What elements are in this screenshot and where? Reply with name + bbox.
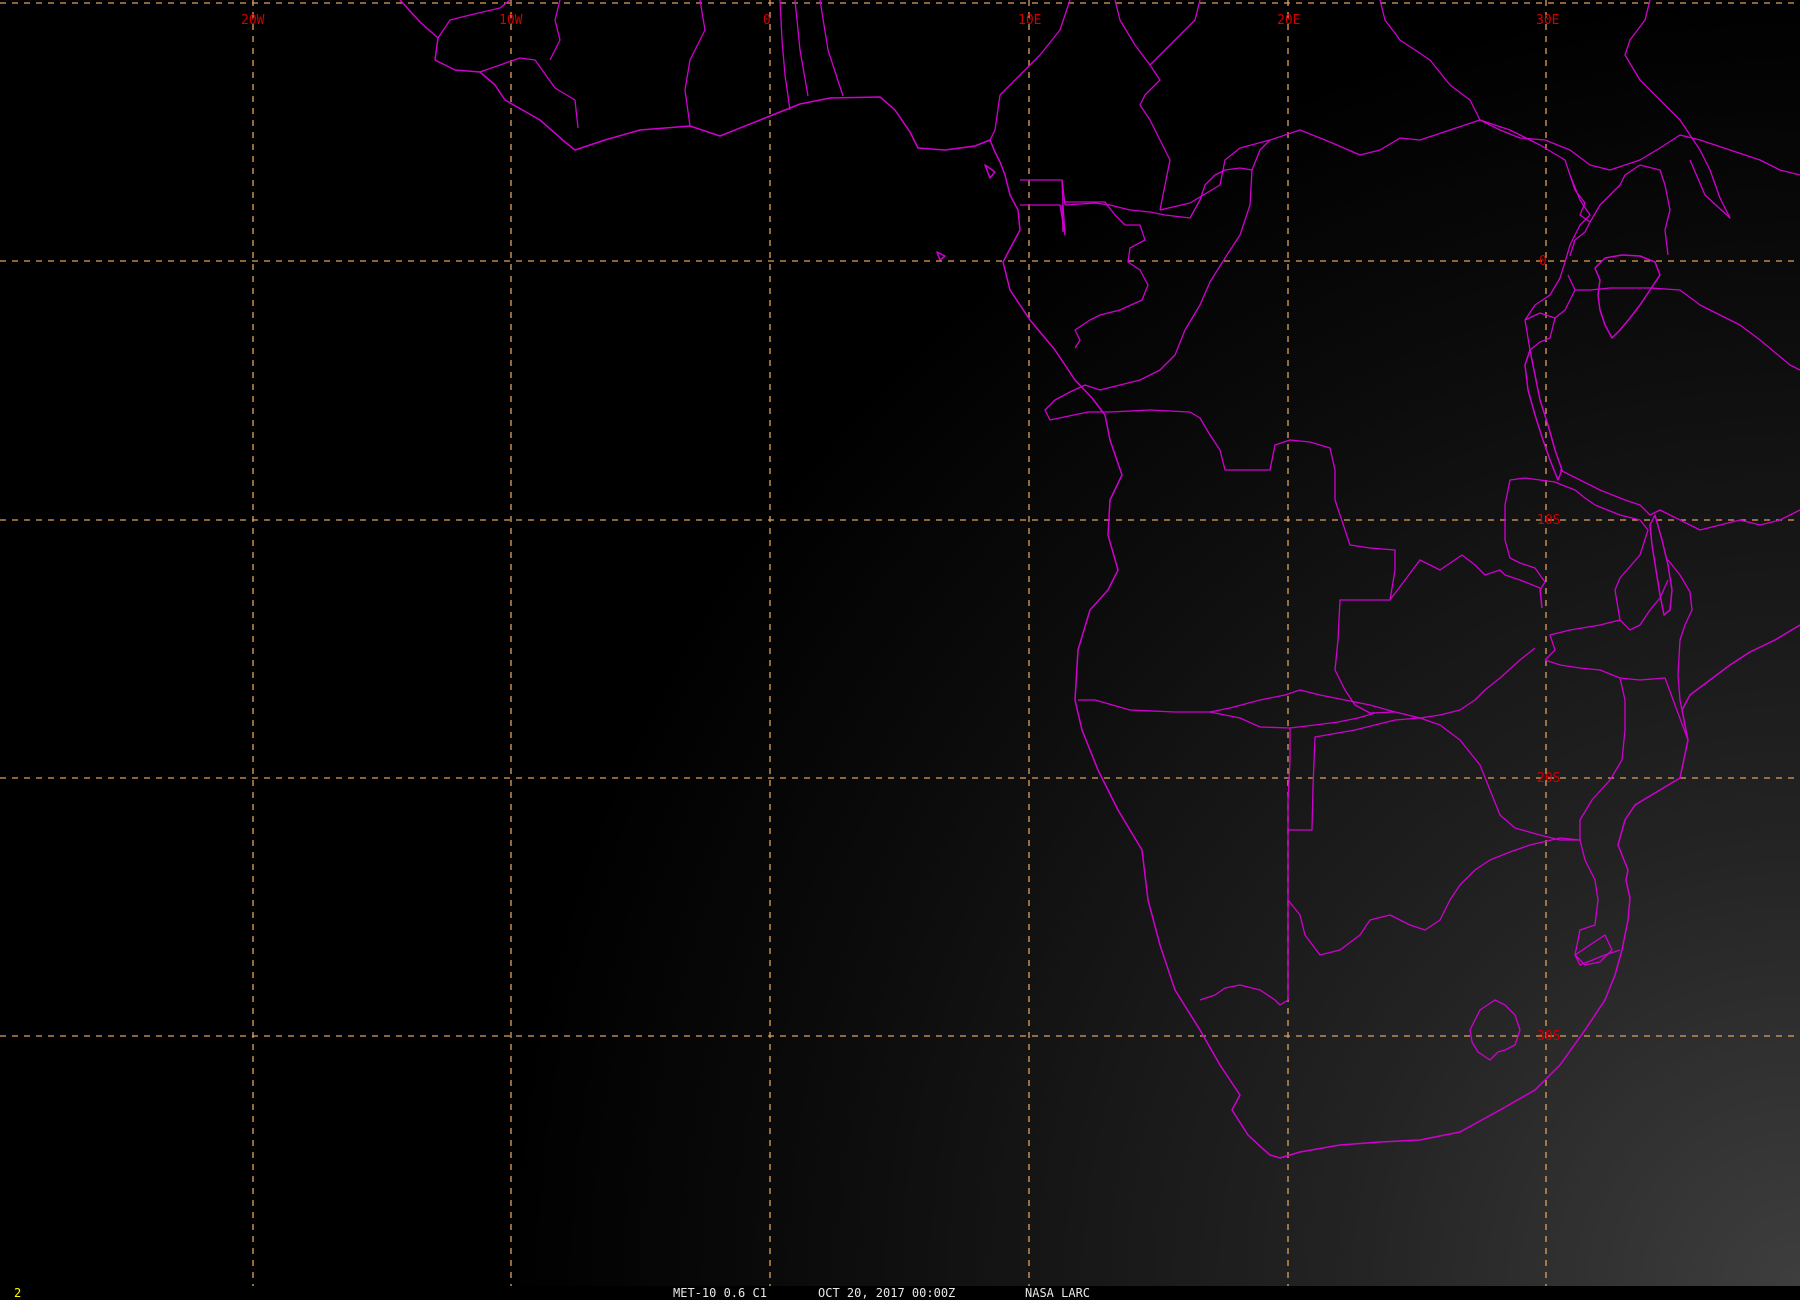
timestamp-label: OCT 20, 2017 00:00Z bbox=[818, 1286, 956, 1300]
lon-label-10e: 10E bbox=[1018, 13, 1041, 28]
lat-label-0: 0 bbox=[1539, 254, 1547, 269]
lon-label-20e: 20E bbox=[1277, 13, 1300, 28]
lon-label-30e: 30E bbox=[1536, 13, 1559, 28]
lat-label-10s: 10S bbox=[1537, 513, 1560, 528]
satellite-imagery bbox=[0, 0, 1800, 1288]
organization-label: NASA LARC bbox=[1025, 1286, 1091, 1300]
lon-label-10w: 10W bbox=[499, 13, 523, 28]
frame-number: 2 bbox=[14, 1286, 22, 1300]
satellite-image-map: 20W 10W 0 10E 20E 30E 0 10S 20S 30S bbox=[0, 0, 1800, 1288]
satellite-band-label: MET-10 0.6 C1 bbox=[673, 1286, 767, 1300]
lon-label-0: 0 bbox=[763, 13, 771, 28]
lon-label-20w: 20W bbox=[241, 13, 265, 28]
lat-label-30s: 30S bbox=[1537, 1029, 1560, 1044]
lat-label-20s: 20S bbox=[1537, 771, 1560, 786]
status-bar: 2 MET-10 0.6 C1 OCT 20, 2017 00:00Z NASA… bbox=[0, 1286, 1800, 1300]
